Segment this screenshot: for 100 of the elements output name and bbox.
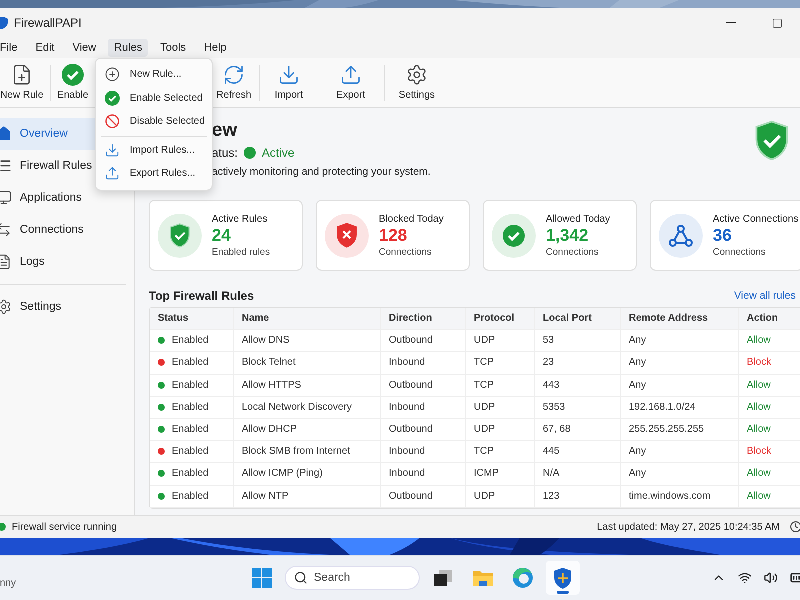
table-cell: Enabled bbox=[172, 424, 209, 436]
table-cell: UDP bbox=[465, 486, 534, 507]
windows-logo-icon bbox=[252, 568, 272, 588]
column-header: Name bbox=[233, 308, 380, 330]
column-header: Direction bbox=[380, 308, 465, 330]
table-cell: Outbound bbox=[380, 330, 465, 352]
upload-icon bbox=[340, 64, 362, 86]
table-cell: 23 bbox=[534, 352, 620, 374]
table-cell: Allow HTTPS bbox=[233, 374, 380, 396]
toolbar-button[interactable]: Export bbox=[318, 64, 384, 101]
shield-plus-icon bbox=[553, 566, 573, 590]
download-icon bbox=[104, 142, 120, 158]
menu-item[interactable]: File bbox=[0, 39, 24, 57]
table-cell: Block bbox=[738, 352, 800, 374]
table-cell: N/A bbox=[534, 463, 620, 484]
table-cell: Allow bbox=[738, 396, 800, 418]
home-icon bbox=[0, 126, 12, 142]
settings-icon bbox=[406, 64, 428, 86]
dropdown-item[interactable]: Enable Selected bbox=[96, 86, 212, 110]
menu-item[interactable]: Tools bbox=[154, 39, 192, 57]
table-cell: Inbound bbox=[380, 463, 465, 484]
volume-icon[interactable] bbox=[764, 571, 778, 585]
table-cell: Outbound bbox=[380, 486, 465, 507]
status-dot bbox=[244, 147, 256, 159]
status-value: Active bbox=[262, 146, 295, 160]
table-cell: Any bbox=[620, 352, 738, 374]
browser-icon bbox=[512, 567, 534, 589]
table-cell: Allow ICMP (Ping) bbox=[233, 463, 380, 484]
table-cell: Any bbox=[620, 441, 738, 462]
card-caption: Connections bbox=[546, 246, 600, 258]
shield-check-icon bbox=[754, 120, 790, 162]
card-caption: Connections bbox=[713, 246, 767, 258]
menu-item[interactable]: Rules bbox=[108, 39, 148, 57]
card-title: Active Connections bbox=[713, 214, 799, 224]
status-description: actively monitoring and protecting your system. bbox=[212, 166, 431, 178]
shield-check-icon bbox=[169, 222, 191, 248]
settings-icon bbox=[0, 299, 12, 315]
toolbar-button[interactable]: Refresh bbox=[209, 64, 259, 101]
table-cell: Allow NTP bbox=[233, 486, 380, 507]
minimize-icon bbox=[726, 22, 736, 24]
table-cell: Enabled bbox=[172, 357, 209, 368]
view-all-link[interactable]: View all rules bbox=[734, 290, 796, 302]
toolbar-button[interactable]: Import bbox=[260, 64, 318, 101]
table-cell: Allow bbox=[738, 374, 800, 396]
download-icon bbox=[278, 64, 300, 86]
table-cell: Block bbox=[738, 441, 800, 462]
table-cell: UDP bbox=[465, 396, 534, 418]
window-title: FirewallPAPI bbox=[14, 16, 83, 30]
arrows-icon bbox=[0, 222, 12, 238]
menu-item[interactable]: Help bbox=[198, 39, 233, 57]
table-cell: Enabled bbox=[172, 468, 209, 480]
maximize-icon bbox=[772, 18, 782, 28]
table-cell: TCP bbox=[465, 374, 534, 396]
table-cell: 67, 68 bbox=[534, 418, 620, 440]
toolbar-button[interactable]: New Rule bbox=[0, 64, 50, 101]
dropdown-item[interactable]: New Rule... bbox=[96, 63, 212, 86]
prohibited-icon bbox=[104, 114, 120, 130]
task-view-icon bbox=[433, 569, 453, 587]
search-field[interactable]: Search bbox=[285, 566, 420, 590]
table-cell: Enabled bbox=[172, 380, 209, 391]
search-icon bbox=[294, 571, 308, 585]
sidebar-item[interactable]: Logs bbox=[0, 246, 134, 278]
card-value: 36 bbox=[713, 226, 733, 246]
sidebar-item[interactable]: Settings bbox=[0, 291, 134, 323]
card-title: Allowed Today bbox=[546, 214, 610, 224]
table-cell: Enabled bbox=[172, 446, 209, 458]
table-cell: Any bbox=[620, 463, 738, 484]
card-value: 1,342 bbox=[546, 226, 590, 246]
card-value: 24 bbox=[212, 226, 232, 246]
toolbar-button[interactable]: Enable bbox=[51, 64, 95, 101]
sidebar-item[interactable]: Connections bbox=[0, 214, 134, 246]
table-cell: UDP bbox=[465, 330, 534, 352]
table-cell: time.windows.com bbox=[620, 486, 738, 507]
table-cell: Enabled bbox=[172, 335, 209, 346]
dropdown-item[interactable]: Import Rules... bbox=[96, 138, 212, 162]
column-header: Local Port bbox=[534, 308, 620, 330]
table-cell: 53 bbox=[534, 330, 620, 352]
card-caption: Connections bbox=[379, 246, 433, 258]
network-icon bbox=[669, 224, 693, 246]
toolbar-button[interactable]: Settings bbox=[385, 64, 449, 101]
table-cell: 123 bbox=[534, 486, 620, 507]
menu-item[interactable]: Edit bbox=[30, 39, 61, 57]
column-header: Action bbox=[738, 308, 800, 330]
card-title: Active Rules bbox=[212, 214, 269, 224]
wifi-icon[interactable] bbox=[738, 571, 752, 585]
status-label: atus: bbox=[212, 146, 238, 160]
table-cell: Allow bbox=[738, 330, 800, 352]
table-cell: Allow bbox=[738, 486, 800, 507]
table-cell: Allow DNS bbox=[233, 330, 380, 352]
document-icon bbox=[0, 254, 12, 270]
menu-item[interactable]: View bbox=[66, 39, 102, 57]
table-cell: 5353 bbox=[534, 396, 620, 418]
table-cell: Enabled bbox=[172, 490, 209, 502]
plus-circle-icon bbox=[104, 67, 120, 82]
table-cell: UDP bbox=[465, 418, 534, 440]
dropdown-item[interactable]: Disable Selected bbox=[96, 110, 212, 134]
table-cell: Any bbox=[620, 330, 738, 352]
table-cell: 192.168.1.0/24 bbox=[620, 396, 738, 418]
table-cell: Local Network Discovery bbox=[233, 396, 380, 418]
refresh-icon bbox=[223, 64, 245, 86]
